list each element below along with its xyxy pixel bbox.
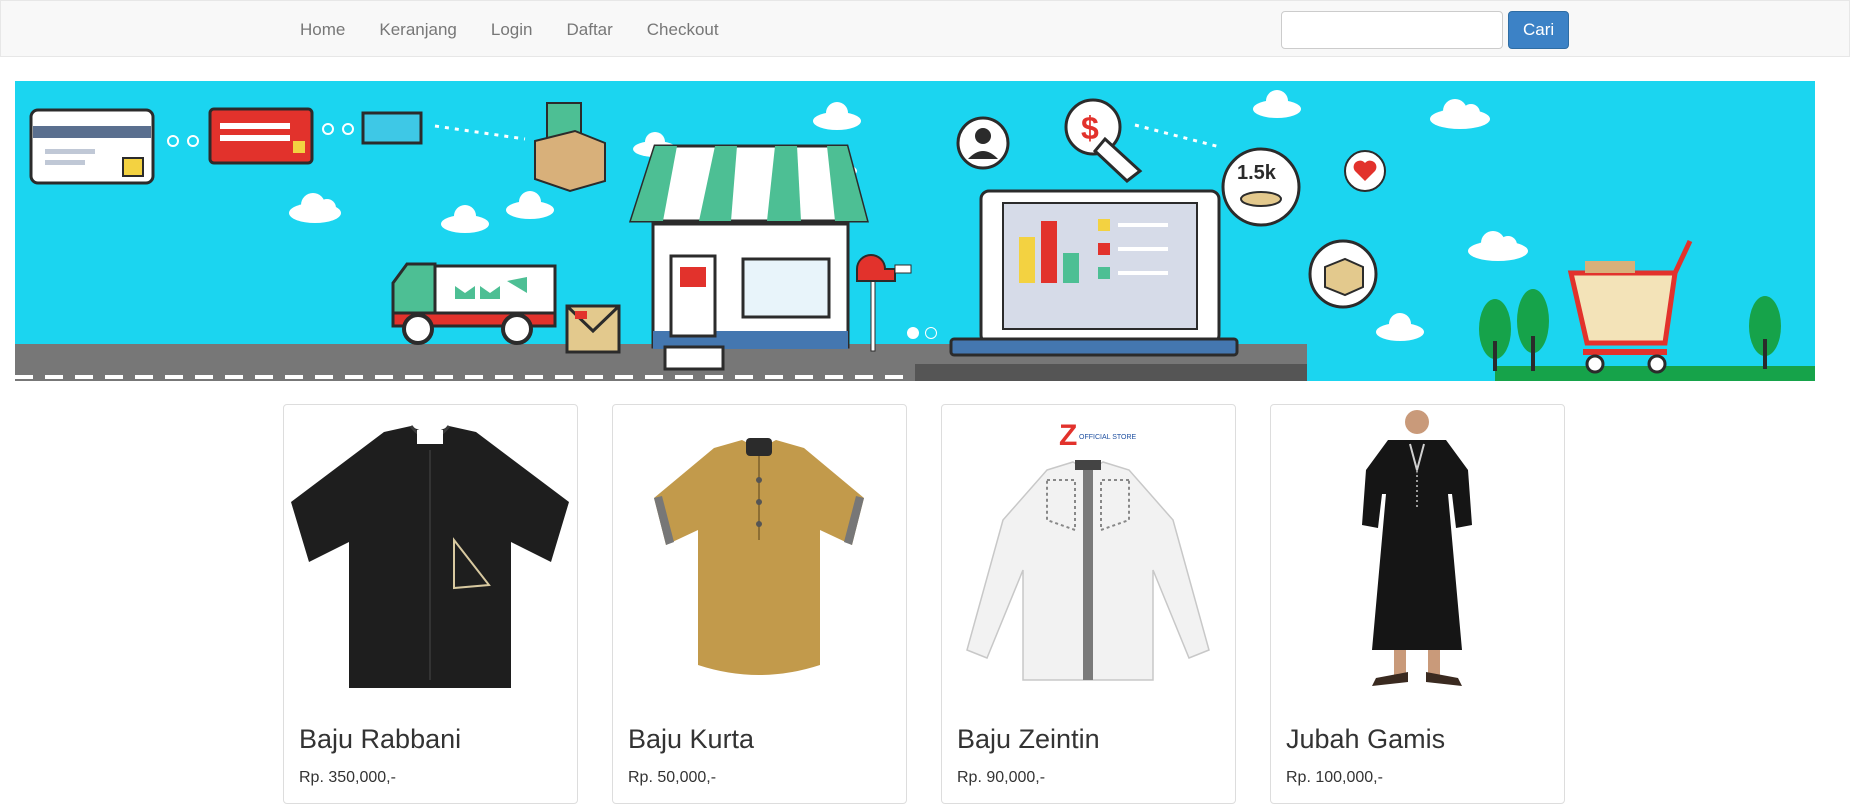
product-image[interactable]: Z OFFICIAL STORE: [947, 410, 1230, 693]
coin-icon: 1.5k: [1221, 147, 1301, 227]
navbar: Home Keranjang Login Daftar Checkout Car…: [0, 0, 1850, 57]
brand-caption: OFFICIAL STORE: [1079, 434, 1137, 441]
product-image[interactable]: [289, 410, 572, 693]
product-price: Rp. 100,000,-: [1286, 769, 1383, 786]
banner-carousel: $ 1.5k: [15, 81, 1815, 381]
credit-card-icon: [29, 108, 155, 185]
product-card[interactable]: Jubah Gamis Rp. 100,000,-: [1270, 404, 1565, 804]
box-icon: [1308, 239, 1378, 309]
product-price: Rp. 350,000,-: [299, 769, 396, 786]
heart-icon: [1344, 150, 1386, 192]
carousel-indicator-1[interactable]: [907, 327, 919, 339]
package-icon: [534, 102, 606, 193]
store-icon: [628, 144, 869, 371]
nav-keranjang-link[interactable]: Keranjang: [362, 1, 474, 58]
product-name[interactable]: Baju Zeintin: [957, 724, 1100, 755]
product-card[interactable]: Z OFFICIAL STORE Baju Zeintin Rp. 90,000…: [941, 404, 1236, 804]
product-image[interactable]: [1276, 410, 1559, 693]
product-price: Rp. 50,000,-: [628, 769, 717, 786]
shirt-icon: [654, 438, 864, 675]
search-button[interactable]: Cari: [1508, 11, 1570, 49]
product-image[interactable]: [618, 410, 901, 693]
search-form: Cari: [1281, 11, 1570, 49]
shirt-icon: [291, 425, 569, 688]
product-card[interactable]: Baju Kurta Rp. 50,000,-: [612, 404, 907, 804]
brand-logo: Z: [1059, 419, 1077, 452]
svg-text:1.5k: 1.5k: [1237, 162, 1277, 184]
product-price: Rp. 90,000,-: [957, 769, 1046, 786]
user-icon: [956, 116, 1010, 170]
product-card[interactable]: Baju Rabbani Rp. 350,000,-: [283, 404, 578, 804]
mailbox-icon: [856, 254, 912, 352]
product-name[interactable]: Jubah Gamis: [1286, 724, 1445, 755]
nav-login-link[interactable]: Login: [474, 1, 550, 58]
svg-text:$: $: [1081, 110, 1099, 146]
search-input[interactable]: [1281, 11, 1503, 49]
laptop-icon: [949, 189, 1239, 357]
carousel-indicator-2[interactable]: [925, 327, 937, 339]
credit-card-icon: [208, 107, 314, 165]
nav-links: Home Keranjang Login Daftar Checkout: [283, 1, 736, 58]
product-name[interactable]: Baju Rabbani: [299, 724, 461, 755]
shirt-icon: [966, 460, 1210, 681]
payment-icon: $: [1064, 98, 1143, 183]
nav-daftar-link[interactable]: Daftar: [549, 1, 629, 58]
shopping-cart-icon: [1567, 239, 1693, 374]
product-name[interactable]: Baju Kurta: [628, 724, 754, 755]
mail-icon: [565, 304, 621, 354]
nav-checkout-link[interactable]: Checkout: [630, 1, 736, 58]
delivery-truck-icon: [391, 262, 557, 345]
nav-home-link[interactable]: Home: [283, 1, 362, 58]
model-figure: [1362, 410, 1472, 686]
carousel-indicators: [907, 327, 937, 339]
